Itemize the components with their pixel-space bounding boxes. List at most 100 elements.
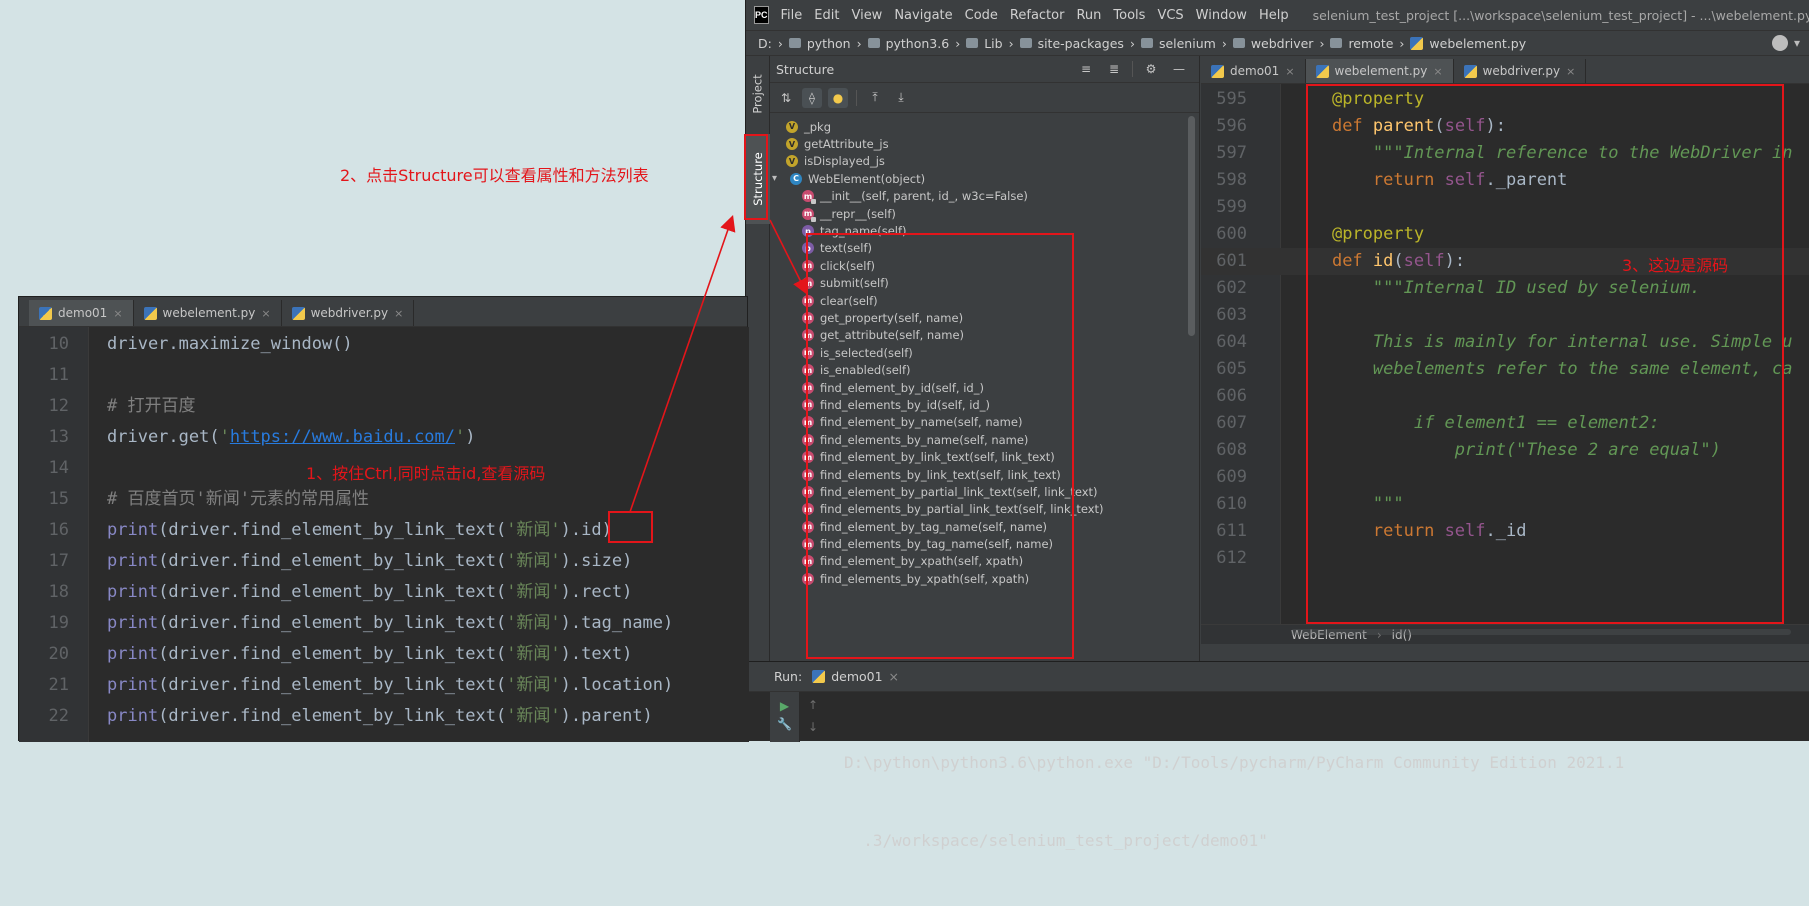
breadcrumb-item[interactable]: python: [788, 36, 851, 51]
show-inherited-icon[interactable]: ●: [828, 87, 848, 108]
run-left-actions: ▶ 🔧: [770, 692, 800, 742]
arrow-down-icon[interactable]: ↓: [808, 720, 818, 734]
menu-navigate[interactable]: Navigate: [894, 8, 952, 23]
editor-tab-label: webelement.py: [1334, 64, 1428, 78]
arrow-up-icon[interactable]: ↑: [808, 698, 818, 712]
menu-code[interactable]: Code: [965, 8, 998, 23]
breadcrumb-item[interactable]: webelement.py: [1410, 36, 1526, 51]
menu-help[interactable]: Help: [1259, 8, 1289, 23]
folder-icon: [966, 38, 979, 48]
left-editor-tab[interactable]: webdriver.py ×: [282, 300, 415, 326]
structure-list-highlight: [806, 233, 1074, 659]
left-editor-tab-label: webelement.py: [162, 306, 256, 320]
breadcrumb-item[interactable]: remote: [1330, 36, 1393, 51]
run-play-icon[interactable]: ▶: [780, 700, 789, 712]
code-text: driver.maximize_window(): [107, 334, 353, 354]
code-text: print(driver.find_element_by_link_text('…: [107, 644, 633, 664]
folder-icon: [1330, 38, 1343, 48]
settings-gear-icon[interactable]: ⚙: [1141, 59, 1161, 79]
wrench-icon[interactable]: 🔧: [777, 718, 792, 730]
collapse-all-icon[interactable]: ≣: [1104, 59, 1124, 79]
variable-icon: V: [786, 138, 798, 151]
user-icon[interactable]: [1771, 35, 1788, 51]
close-icon[interactable]: ×: [1285, 65, 1294, 78]
breadcrumb-item[interactable]: site-packages: [1019, 36, 1124, 51]
structure-item[interactable]: m __init__(self, parent, id_, w3c=False): [770, 188, 1200, 205]
close-icon[interactable]: ×: [1566, 65, 1575, 78]
line-number: 17: [48, 551, 69, 571]
expand-all-icon[interactable]: ≡: [1076, 59, 1096, 79]
menu-refactor[interactable]: Refactor: [1010, 8, 1065, 23]
structure-item[interactable]: VisDisplayed_js: [770, 153, 1200, 170]
annotation-1: 1、按住Ctrl,同时点击id,查看源码: [306, 464, 546, 483]
python-file-icon: [291, 306, 305, 320]
structure-tab-highlight: [744, 134, 768, 220]
line-number: 605: [1216, 359, 1247, 379]
line-number: 602: [1216, 278, 1247, 298]
menu-vcs[interactable]: VCS: [1157, 8, 1183, 23]
chevron-down-icon[interactable]: ▾: [1794, 36, 1800, 50]
source-code-highlight: [1306, 84, 1784, 624]
menu-run[interactable]: Run: [1076, 8, 1101, 23]
folder-icon: [1232, 38, 1245, 48]
editor-tab[interactable]: demo01 ×: [1201, 59, 1306, 83]
left-editor-tab[interactable]: webelement.py ×: [134, 300, 282, 326]
structure-item[interactable]: V _pkg: [770, 118, 1200, 135]
annotation-3: 3、这边是源码: [1622, 256, 1729, 275]
left-code-line: 12 # 打开百度: [19, 391, 749, 422]
breadcrumb-item[interactable]: python3.6: [867, 35, 950, 51]
editor-tab[interactable]: webelement.py ×: [1305, 59, 1454, 83]
sort-alpha-icon[interactable]: ⇅: [776, 88, 796, 108]
code-text: print(driver.find_element_by_link_text('…: [107, 675, 674, 695]
line-number: 13: [48, 427, 69, 447]
autoscroll-to-source-icon[interactable]: ⤒: [865, 88, 885, 108]
structure-item[interactable]: ▾ C WebElement(object): [770, 170, 1200, 187]
project-tool-tab[interactable]: Project: [746, 62, 770, 126]
line-number: 19: [48, 613, 69, 633]
python-file-icon: [143, 306, 157, 320]
close-icon[interactable]: ×: [889, 669, 899, 684]
breadcrumb-item[interactable]: Lib: [966, 36, 1003, 51]
left-code-line: 11: [19, 360, 749, 391]
line-number: 596: [1216, 116, 1247, 136]
hide-panel-icon[interactable]: —: [1169, 59, 1189, 79]
menu-window[interactable]: Window: [1196, 8, 1247, 23]
close-icon[interactable]: ×: [394, 307, 403, 320]
structure-item-label: __repr__(self): [820, 206, 896, 221]
menu-edit[interactable]: Edit: [814, 8, 839, 23]
class-icon: C: [790, 172, 802, 185]
left-code-line: 20 print(driver.find_element_by_link_text…: [19, 639, 749, 670]
breadcrumb-label: python3.6: [885, 35, 950, 51]
menu-view[interactable]: View: [851, 8, 882, 23]
line-number: 612: [1216, 548, 1247, 568]
line-number: 607: [1216, 413, 1247, 433]
structure-item[interactable]: m __repr__(self): [770, 205, 1200, 222]
chevron-down-icon[interactable]: ▾: [772, 173, 784, 184]
run-panel: Run: demo01 × ▶ 🔧 ↑ ↓ D:\python\python3.…: [746, 661, 1809, 850]
show-fields-icon[interactable]: ⟠: [802, 87, 822, 108]
breadcrumb-separator-icon: ›: [1399, 35, 1405, 51]
editor-tab[interactable]: webdriver.py ×: [1454, 59, 1587, 83]
code-text: driver.get('https://www.baidu.com/'): [107, 427, 476, 447]
breadcrumb-item[interactable]: webdriver: [1232, 36, 1313, 51]
run-tab[interactable]: demo01 ×: [812, 669, 899, 684]
autoscroll-from-source-icon[interactable]: ⤓: [891, 88, 911, 108]
menu-file[interactable]: File: [781, 8, 803, 23]
close-icon[interactable]: ×: [1433, 65, 1442, 78]
structure-item-label: getAttribute_js: [804, 137, 889, 152]
menu-tools[interactable]: Tools: [1113, 8, 1145, 23]
left-editor-tab[interactable]: demo01 ×: [29, 300, 134, 326]
breadcrumb-item[interactable]: selenium: [1140, 36, 1216, 51]
close-icon[interactable]: ×: [113, 307, 122, 320]
structure-scrollbar[interactable]: [1188, 116, 1195, 336]
code-text: print(driver.find_element_by_link_text('…: [107, 706, 653, 726]
run-tab-label: demo01: [831, 669, 883, 684]
code-text: print(driver.find_element_by_link_text('…: [107, 520, 612, 540]
line-number: 12: [48, 396, 69, 416]
structure-item[interactable]: VgetAttribute_js: [770, 135, 1200, 152]
breadcrumb-item[interactable]: D:: [758, 36, 772, 51]
close-icon[interactable]: ×: [261, 307, 270, 320]
editor-hscroll[interactable]: [1291, 629, 1791, 635]
structure-panel-header: Structure ≡ ≣ ⚙ —: [770, 56, 1199, 83]
line-number: 603: [1216, 305, 1247, 325]
